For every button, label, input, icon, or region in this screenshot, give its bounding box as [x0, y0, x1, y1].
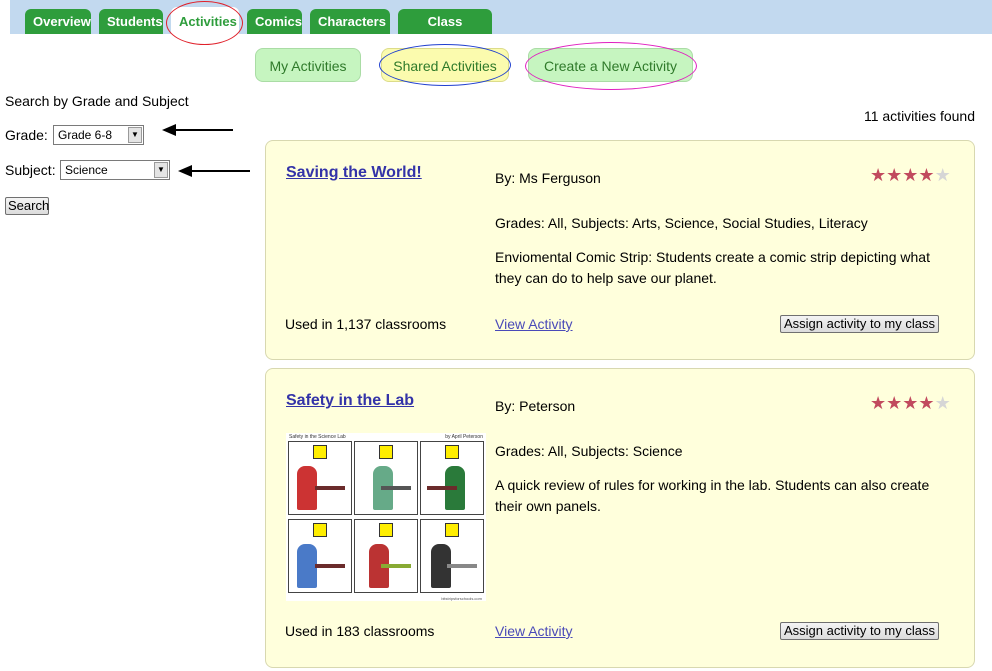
activity-title-link[interactable]: Saving the World!: [286, 164, 422, 182]
activity-grades-subjects: Grades: All, Subjects: Science: [495, 443, 683, 459]
star-empty-icon: ★: [934, 393, 951, 413]
assign-activity-button[interactable]: Assign activity to my class: [780, 315, 939, 333]
star-icon: ★: [870, 165, 887, 185]
grade-select[interactable]: Grade 6-8 ▼: [53, 125, 144, 145]
search-heading: Search by Grade and Subject: [5, 93, 189, 109]
shared-activities-button[interactable]: Shared Activities: [381, 48, 509, 82]
comic-panel: [420, 519, 484, 593]
create-activity-button[interactable]: Create a New Activity: [528, 48, 693, 82]
assign-activity-button[interactable]: Assign activity to my class: [780, 622, 939, 640]
star-icon: ★: [886, 165, 903, 185]
subject-label: Subject:: [5, 162, 56, 178]
thumbnail-footer: bitstripsforschools.com: [441, 596, 482, 601]
grade-label: Grade:: [5, 127, 48, 143]
activity-author: By: Peterson: [495, 398, 576, 414]
comic-panel: [420, 441, 484, 515]
tab-overview[interactable]: Overview: [25, 9, 91, 34]
star-icon: ★: [918, 393, 935, 413]
annotation-arrow-subject: [178, 165, 250, 177]
subject-select[interactable]: Science ▼: [60, 160, 170, 180]
results-count: 11 activities found: [863, 108, 975, 124]
my-activities-button[interactable]: My Activities: [255, 48, 361, 82]
thumbnail-author: by April Peterson: [445, 434, 483, 440]
star-icon: ★: [886, 393, 903, 413]
tab-students[interactable]: Students: [99, 9, 163, 34]
star-empty-icon: ★: [934, 165, 951, 185]
chevron-down-icon[interactable]: ▼: [154, 162, 168, 178]
search-button[interactable]: Search: [5, 197, 49, 215]
activity-usage: Used in 1,137 classrooms: [285, 316, 447, 332]
chevron-down-icon[interactable]: ▼: [128, 127, 142, 143]
activity-description: A quick review of rules for working in t…: [495, 477, 930, 514]
view-activity-link[interactable]: View Activity: [495, 316, 573, 332]
tab-comics[interactable]: Comics: [247, 9, 302, 34]
subject-select-value: Science: [65, 163, 108, 177]
grade-select-value: Grade 6-8: [58, 128, 113, 142]
tab-class-settings[interactable]: Class Settings: [398, 9, 492, 54]
activity-grades-subjects: Grades: All, Subjects: Arts, Science, So…: [495, 215, 868, 231]
activity-description: Enviomental Comic Strip: Students create…: [495, 249, 930, 286]
annotation-arrow-grade: [162, 124, 233, 136]
view-activity-link[interactable]: View Activity: [495, 623, 573, 639]
activity-usage: Used in 183 classrooms: [285, 623, 435, 639]
tab-activities[interactable]: Activities: [171, 7, 239, 34]
rating-stars: ★★★★★: [870, 165, 951, 186]
star-icon: ★: [902, 393, 919, 413]
rating-stars: ★★★★★: [870, 393, 951, 414]
activity-thumbnail[interactable]: Safety in the Science Lab by April Peter…: [286, 433, 486, 601]
star-icon: ★: [902, 165, 919, 185]
activity-card: Saving the World! By: Ms Ferguson ★★★★★ …: [265, 140, 975, 360]
activity-title-link[interactable]: Safety in the Lab: [286, 392, 414, 410]
thumbnail-title: Safety in the Science Lab: [289, 434, 346, 440]
activity-card: Safety in the Lab By: Peterson ★★★★★ Saf…: [265, 368, 975, 668]
comic-panel: [288, 519, 352, 593]
activity-author: By: Ms Ferguson: [495, 170, 601, 186]
tab-characters[interactable]: Characters: [310, 9, 390, 34]
comic-panel: [288, 441, 352, 515]
comic-panel: [354, 519, 418, 593]
star-icon: ★: [870, 393, 887, 413]
comic-panel: [354, 441, 418, 515]
star-icon: ★: [918, 165, 935, 185]
